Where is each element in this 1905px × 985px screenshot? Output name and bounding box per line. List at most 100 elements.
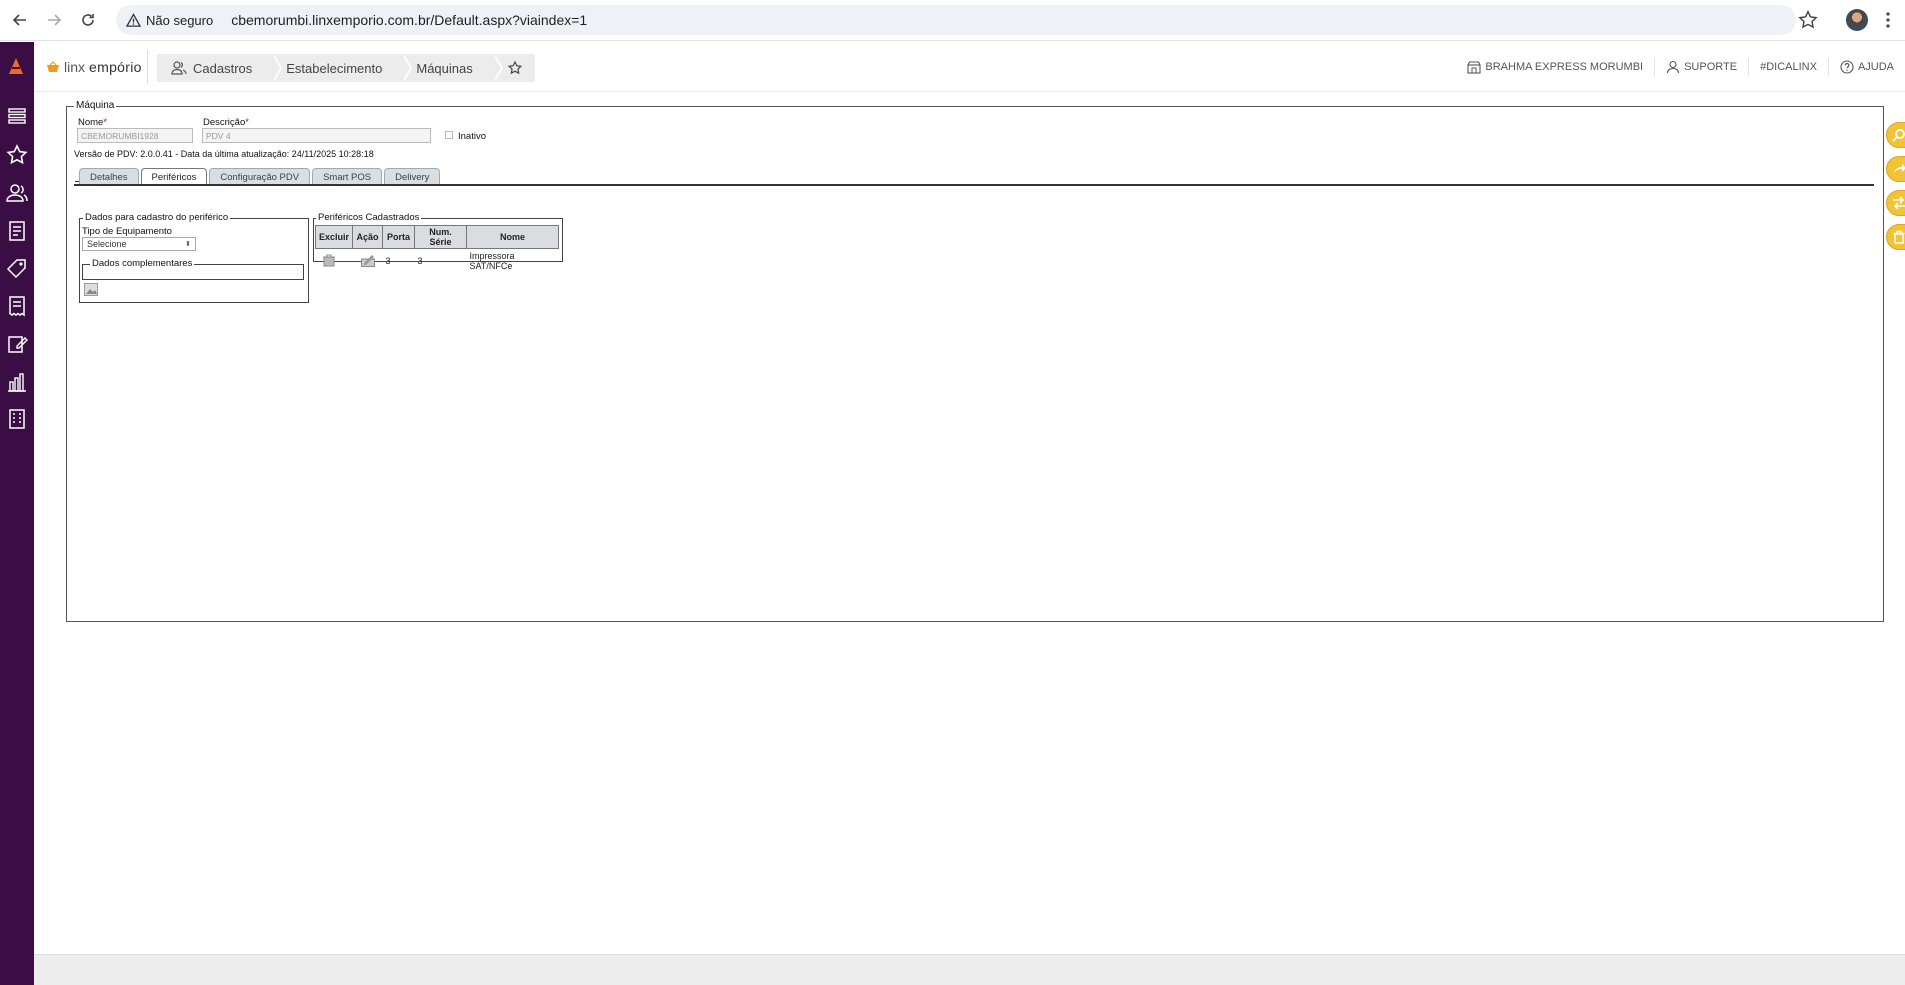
- complementary-legend: Dados complementares: [90, 258, 195, 269]
- forward-arrow-icon: [1894, 164, 1905, 173]
- security-indicator[interactable]: Não seguro: [116, 13, 223, 28]
- breadcrumb-label: Cadastros: [193, 60, 253, 76]
- browser-menu-icon[interactable]: [1886, 11, 1890, 29]
- add-peripheral-icon[interactable]: [84, 283, 98, 296]
- sidebar-tag-icon[interactable]: [5, 256, 29, 280]
- star-icon: [507, 60, 522, 75]
- brand-logo[interactable]: linx empório: [46, 59, 142, 75]
- address-bar[interactable]: Não seguro cbemorumbi.linxemporio.com.br…: [116, 5, 1796, 35]
- equipment-type-select[interactable]: Selecione ⬍: [82, 237, 196, 251]
- col-acao: Ação: [352, 225, 384, 249]
- select-arrow-icon: ⬍: [185, 241, 191, 248]
- search-icon: [1892, 129, 1905, 142]
- sidebar-receipt-icon[interactable]: [5, 294, 29, 318]
- swap-fab[interactable]: [1886, 190, 1905, 216]
- sidebar-edit-icon[interactable]: [5, 332, 29, 356]
- users-icon: [171, 61, 187, 75]
- tips-label: #DICALINX: [1760, 61, 1817, 73]
- peripherals-list-legend: Periféricos Cadastrados: [316, 212, 422, 223]
- sidebar-menu-icon[interactable]: [5, 104, 29, 128]
- tab-delivery[interactable]: Delivery: [384, 168, 441, 185]
- arrow-right-icon: [48, 14, 62, 26]
- inativo-label: Inativo: [458, 131, 486, 142]
- swap-icon: [1893, 196, 1905, 210]
- col-porta: Porta: [382, 225, 416, 249]
- equipment-type-label: Tipo de Equipamento: [82, 226, 172, 237]
- tab-smart-pos[interactable]: Smart POS: [312, 168, 383, 185]
- sidebar-document-icon[interactable]: [5, 219, 29, 243]
- peripheral-form-legend: Dados para cadastro do periférico: [83, 212, 231, 223]
- tab-bar: Detalhes Periféricos Configuração PDV Sm…: [79, 168, 441, 185]
- brand-text-emporio: empório: [89, 59, 142, 75]
- breadcrumb-label: Máquinas: [416, 60, 473, 76]
- back-button[interactable]: [6, 6, 34, 34]
- breadcrumb-cadastros[interactable]: Cadastros: [157, 54, 283, 82]
- tab-underline: [74, 184, 1874, 186]
- delete-cell: [316, 249, 353, 274]
- breadcrumb: Cadastros Estabelecimento Máquinas: [157, 54, 535, 82]
- basket-icon: [47, 61, 59, 72]
- col-nome: Nome: [466, 225, 560, 249]
- store-selector[interactable]: BRAHMA EXPRESS MORUMBI: [1456, 58, 1654, 76]
- sidebar-building-icon[interactable]: [5, 407, 29, 431]
- breadcrumb-estabelecimento[interactable]: Estabelecimento: [272, 54, 413, 82]
- save-fab[interactable]: [1886, 156, 1905, 182]
- nome-cell: Impressora SAT/NFCe: [469, 251, 515, 271]
- arrow-left-icon: [12, 14, 26, 26]
- reload-icon: [82, 14, 94, 26]
- forward-button[interactable]: [40, 6, 68, 34]
- url-text: cbemorumbi.linxemporio.com.br/Default.as…: [231, 12, 588, 28]
- reload-button[interactable]: [74, 6, 102, 34]
- nome-field[interactable]: CBEMORUMBI1928: [77, 128, 193, 143]
- tips-link[interactable]: #DICALINX: [1748, 58, 1828, 76]
- descricao-field[interactable]: PDV 4: [202, 128, 431, 143]
- breadcrumb-maquinas[interactable]: Máquinas: [402, 54, 504, 82]
- brand-text-linx: linx: [64, 59, 86, 75]
- col-num-serie: Num. Série: [414, 225, 468, 249]
- profile-avatar[interactable]: [1846, 9, 1868, 31]
- app-header: linx empório Cadastros Estabelecimento M…: [34, 42, 1905, 92]
- app-sidebar: [0, 42, 34, 985]
- help-icon: [1840, 60, 1854, 74]
- delete-fab[interactable]: [1886, 224, 1905, 250]
- sidebar-favorites-icon[interactable]: [5, 143, 29, 167]
- linx-logo-icon: [9, 58, 23, 74]
- store-icon: [1467, 60, 1481, 74]
- sidebar-reports-icon[interactable]: [5, 370, 29, 394]
- machine-legend: Máquina: [74, 100, 117, 111]
- delete-row-icon[interactable]: [322, 254, 336, 267]
- breadcrumb-label: Estabelecimento: [286, 60, 383, 76]
- col-excluir: Excluir: [314, 225, 354, 249]
- tab-perifericos[interactable]: Periféricos: [140, 168, 208, 185]
- equipment-select-value: Selecione: [87, 239, 127, 249]
- peripherals-table: Excluir Ação Porta Num. Série Nome 3 3 I…: [314, 225, 560, 274]
- table-row: 3 3 Impressora SAT/NFCe: [316, 249, 559, 274]
- help-link[interactable]: AJUDA: [1827, 58, 1905, 76]
- help-label: AJUDA: [1857, 61, 1894, 73]
- footer-bar: [34, 954, 1905, 985]
- store-name: BRAHMA EXPRESS MORUMBI: [1485, 61, 1644, 73]
- tab-detalhes[interactable]: Detalhes: [79, 168, 139, 185]
- num-serie-cell: 3: [417, 256, 423, 266]
- nome-label: Nome*: [78, 117, 108, 128]
- header-divider: [147, 50, 148, 84]
- search-fab[interactable]: [1886, 122, 1905, 148]
- warning-icon: [126, 12, 141, 27]
- browser-toolbar: Não seguro cbemorumbi.linxemporio.com.br…: [0, 0, 1905, 41]
- inativo-checkbox[interactable]: [445, 131, 453, 139]
- support-link[interactable]: SUPORTE: [1654, 58, 1748, 76]
- porta-cell: 3: [385, 256, 391, 266]
- trash-icon: [1893, 230, 1905, 244]
- table-header-row: Excluir Ação Porta Num. Série Nome: [314, 225, 560, 249]
- descricao-label: Descrição*: [203, 117, 249, 128]
- user-icon: [1667, 60, 1680, 74]
- version-info: Versão de PDV: 2.0.0.41 - Data da última…: [74, 149, 374, 159]
- header-actions: BRAHMA EXPRESS MORUMBI SUPORTE #DICALINX…: [1456, 58, 1905, 76]
- sidebar-users-icon[interactable]: [5, 181, 29, 205]
- support-label: SUPORTE: [1684, 61, 1738, 73]
- edit-row-icon[interactable]: [360, 254, 375, 267]
- bookmark-star-icon[interactable]: [1797, 9, 1819, 31]
- security-label: Não seguro: [146, 12, 214, 28]
- action-cell: [353, 249, 383, 274]
- tab-configuracao-pdv[interactable]: Configuração PDV: [209, 168, 311, 185]
